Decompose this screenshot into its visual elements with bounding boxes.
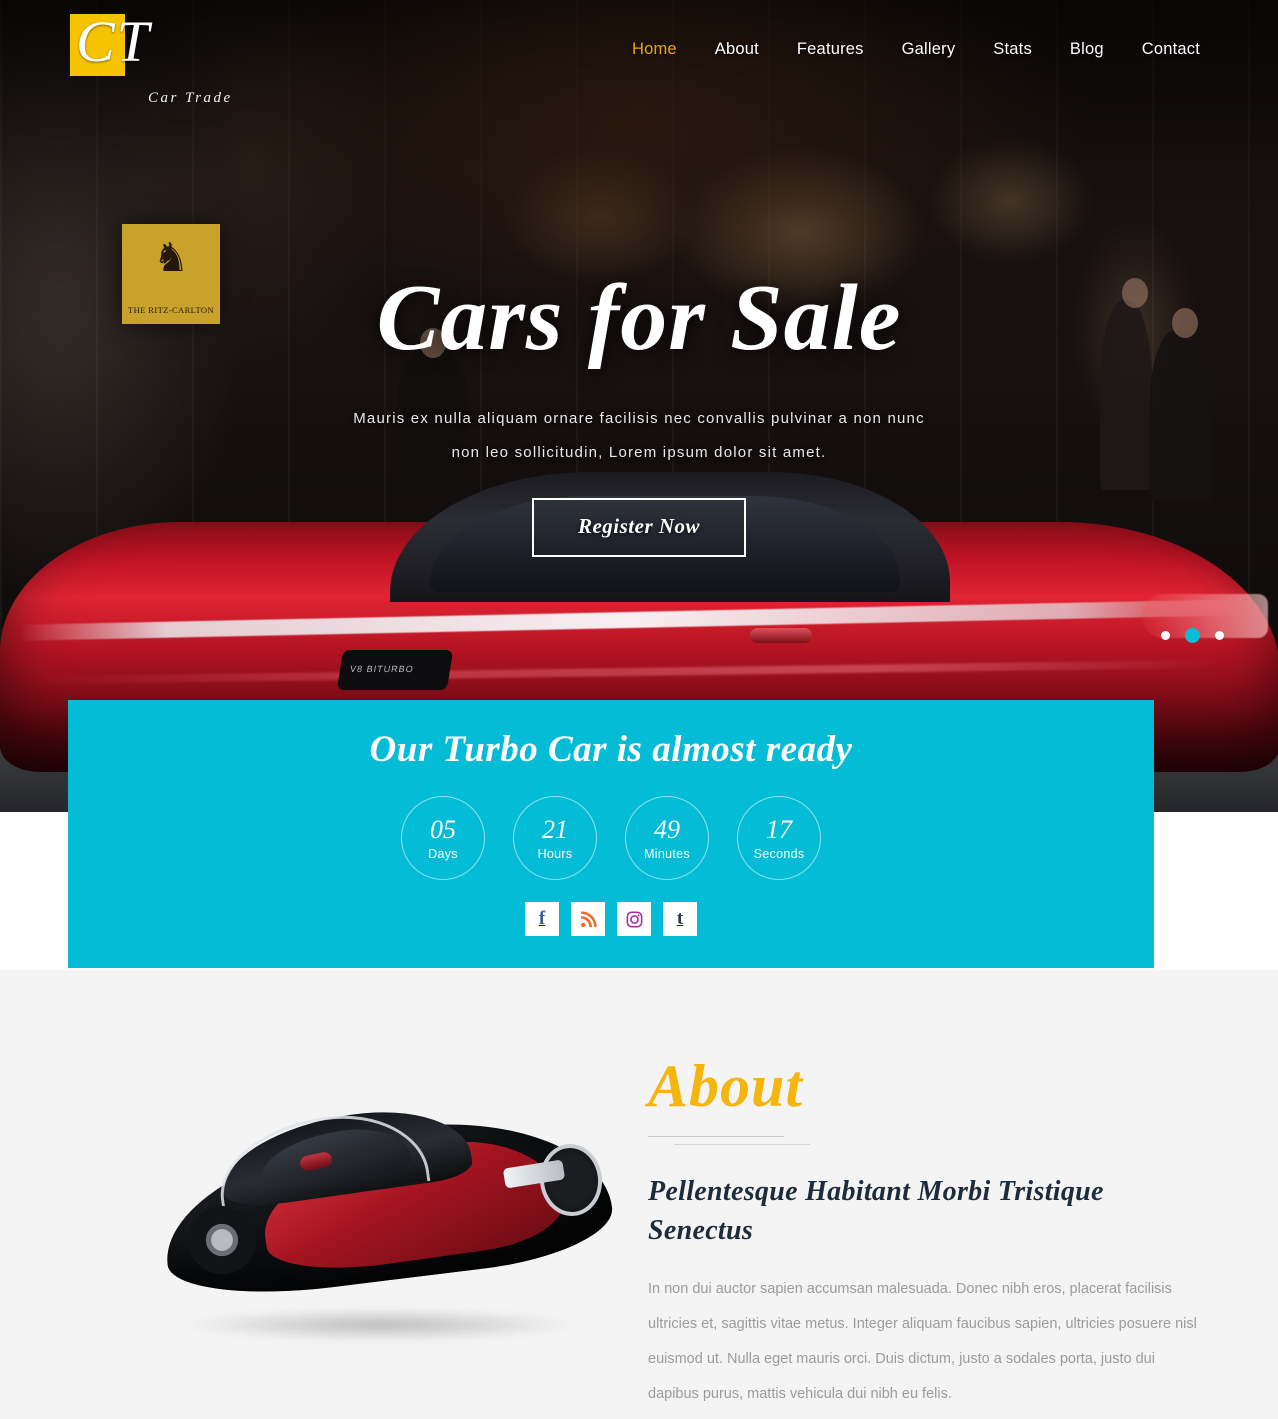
- nav-item-features[interactable]: Features: [797, 40, 864, 59]
- logo-mark: CT: [70, 10, 250, 76]
- tumblr-icon[interactable]: t: [663, 902, 697, 936]
- hero-slider-dots: [1161, 628, 1224, 643]
- logo-letters: CT: [76, 9, 151, 74]
- about-section: About Pellentesque Habitant Morbi Tristi…: [0, 970, 1278, 1419]
- logo[interactable]: CT Car Trade: [70, 10, 300, 106]
- facebook-glyph: f: [538, 908, 546, 929]
- hero-subtitle: Mauris ex nulla aliquam ornare facilisis…: [353, 410, 925, 461]
- about-subheading: Pellentesque Habitant Morbi Tristique Se…: [648, 1176, 1104, 1246]
- instagram-glyph: [626, 911, 642, 927]
- nav-item-blog[interactable]: Blog: [1070, 40, 1104, 59]
- about-car-image: [150, 1088, 620, 1358]
- register-now-button[interactable]: Register Now: [531, 498, 747, 557]
- countdown-title: Our Turbo Car is almost ready: [369, 729, 853, 770]
- countdown-days: 05 Days: [401, 796, 485, 880]
- hero-title: Cars for Sale: [376, 266, 902, 370]
- supercar-illustration: [150, 1088, 620, 1358]
- countdown-seconds: 17 Seconds: [737, 796, 821, 880]
- slider-dot-3[interactable]: [1215, 631, 1224, 640]
- countdown-days-value: 05: [430, 814, 456, 844]
- nav-item-stats[interactable]: Stats: [993, 40, 1032, 59]
- about-content: About Pellentesque Habitant Morbi Tristi…: [648, 1052, 1208, 1412]
- rss-icon[interactable]: [571, 902, 605, 936]
- social-links: f t: [68, 902, 1154, 936]
- nav-item-gallery[interactable]: Gallery: [902, 40, 956, 59]
- countdown-hours: 21 Hours: [513, 796, 597, 880]
- main-navigation: Home About Features Gallery Stats Blog C…: [632, 40, 1200, 59]
- divider-line-bottom: [674, 1144, 810, 1145]
- countdown-hours-label: Hours: [537, 846, 573, 861]
- about-heading: About: [648, 1053, 804, 1119]
- rss-glyph: [580, 910, 597, 927]
- countdown-seconds-value: 17: [766, 814, 792, 844]
- slider-dot-1[interactable]: [1161, 631, 1170, 640]
- about-divider: [648, 1128, 1208, 1154]
- divider-line-top: [648, 1136, 784, 1137]
- instagram-icon[interactable]: [617, 902, 651, 936]
- facebook-icon[interactable]: f: [525, 902, 559, 936]
- countdown-minutes-label: Minutes: [644, 846, 690, 861]
- tumblr-glyph: t: [676, 908, 684, 929]
- nav-item-contact[interactable]: Contact: [1142, 40, 1200, 59]
- countdown-minutes-value: 49: [654, 814, 680, 844]
- nav-item-about[interactable]: About: [715, 40, 759, 59]
- logo-tagline: Car Trade: [148, 90, 233, 106]
- countdown-hours-value: 21: [542, 814, 568, 844]
- countdown-days-label: Days: [428, 846, 458, 861]
- countdown-seconds-label: Seconds: [753, 846, 805, 861]
- slider-dot-2-active[interactable]: [1185, 628, 1200, 643]
- site-header: CT Car Trade Home About Features Gallery…: [0, 0, 1278, 110]
- nav-item-home[interactable]: Home: [632, 40, 677, 59]
- hero-section: ♞ THE RITZ-CARLTON V8 BITURBO CT Car Tra…: [0, 0, 1278, 812]
- countdown-timer: 05 Days 21 Hours 49 Minutes 17 Seconds: [68, 796, 1154, 880]
- countdown-minutes: 49 Minutes: [625, 796, 709, 880]
- countdown-panel: Our Turbo Car is almost ready 05 Days 21…: [68, 700, 1154, 968]
- car-shadow: [180, 1308, 580, 1342]
- about-car-front-wheel: [188, 1206, 256, 1274]
- about-body-text: In non dui auctor sapien accumsan malesu…: [648, 1281, 1197, 1402]
